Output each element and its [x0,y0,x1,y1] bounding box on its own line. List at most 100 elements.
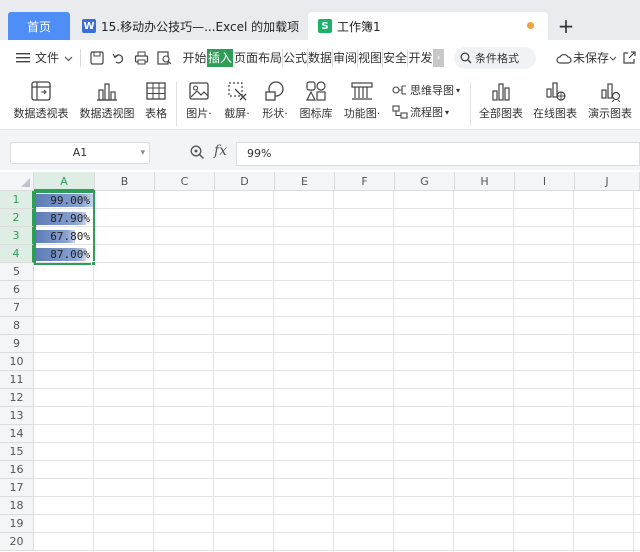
fill-handle[interactable] [91,261,96,266]
table-button[interactable]: 表格 [142,80,170,121]
tab-developer[interactable]: 开发 [408,49,433,67]
icon-library-icon [306,81,326,101]
row-header[interactable]: 16 [0,461,34,479]
function-chart-icon [351,82,373,100]
row-header[interactable]: 13 [0,407,34,425]
selection-range [34,191,95,265]
tab-document-label: 15.移动办公技巧—...Excel 的加载项 [101,19,300,34]
pivot-chart-button[interactable]: 数据透视图 [76,80,138,121]
tab-document[interactable]: W 15.移动办公技巧—...Excel 的加载项 [74,12,304,40]
row-header[interactable]: 8 [0,317,34,335]
file-menu[interactable]: 文件 [35,49,59,67]
row-header[interactable]: 12 [0,389,34,407]
zoom-icon[interactable] [190,145,205,160]
pivot-table-icon [31,81,51,101]
spreadsheet-grid[interactable]: A B C D E F G H I J 1 2 3 4 5 6 7 8 9 10… [0,172,640,552]
column-header-c[interactable]: C [155,172,215,191]
row-header[interactable]: 9 [0,335,34,353]
shape-icon [265,81,284,101]
picture-icon [189,82,209,100]
icon-library-button[interactable]: 图标库 [298,80,334,121]
tab-insert[interactable]: 插入 [207,49,233,67]
tab-data[interactable]: 数据 [308,49,332,67]
unsaved-status[interactable]: 未保存 [573,49,609,67]
all-charts-button[interactable]: 全部图表 [476,80,526,121]
tab-start[interactable]: 开始 [182,49,207,67]
chevron-down-icon[interactable] [64,56,73,62]
row-header[interactable]: 19 [0,515,34,533]
tab-workbook-label: 工作簿1 [337,19,381,34]
tab-formula[interactable]: 公式 [283,49,307,67]
share-icon[interactable] [622,51,636,65]
row-header[interactable]: 7 [0,299,34,317]
row-header[interactable]: 20 [0,533,34,551]
chevron-down-icon[interactable]: ▾ [140,143,145,163]
save-icon[interactable] [90,51,104,65]
row-header[interactable]: 15 [0,443,34,461]
column-header-g[interactable]: G [395,172,455,191]
print-icon[interactable] [134,51,149,65]
column-header-j[interactable]: J [575,172,640,191]
tab-workbook[interactable]: S 工作簿1 [308,12,548,40]
undo-icon[interactable] [112,51,126,65]
mind-map-icon [392,85,406,95]
search-icon [460,52,472,64]
pivot-chart-icon [97,83,117,101]
row-header[interactable]: 3 [0,227,34,245]
cloud-icon[interactable] [556,52,572,64]
word-file-icon: W [82,19,96,33]
flow-chart-icon [392,105,408,119]
select-all-corner[interactable] [0,172,34,191]
more-tabs-chevron-icon[interactable]: › [433,49,444,67]
pivot-table-button[interactable]: 数据透视表 [10,80,72,121]
formula-input[interactable]: 99% [236,142,640,166]
row-header[interactable]: 6 [0,281,34,299]
row-header[interactable]: 4 [0,245,34,263]
tab-review[interactable]: 审阅 [333,49,357,67]
tab-page-layout[interactable]: 页面布局 [234,49,282,67]
tab-view[interactable]: 视图 [358,49,382,67]
picture-button[interactable]: 图片· [182,80,216,121]
tab-home[interactable]: 首页 [8,12,70,40]
fx-icon[interactable]: fx [214,143,227,159]
column-header-a[interactable]: A [34,172,95,191]
tab-security[interactable]: 安全 [383,49,407,67]
flow-chart-button[interactable]: 流程图 ▾ [392,104,449,120]
shape-button[interactable]: 形状· [258,80,292,121]
row-header[interactable]: 2 [0,209,34,227]
column-header-i[interactable]: I [515,172,575,191]
hamburger-icon[interactable] [16,52,30,64]
print-preview-icon[interactable] [157,51,172,65]
menu-row: 文件 开始 插入 页面布局 公式 数据 审阅 视图 安全 开发 › 未保存 [0,40,640,74]
screenshot-icon [228,82,247,101]
new-tab-plus-icon[interactable]: + [556,14,576,38]
chevron-down-icon[interactable] [609,56,617,62]
row-header[interactable]: 10 [0,353,34,371]
command-search[interactable]: 条件格式 [454,47,536,69]
mind-map-button[interactable]: 思维导图 ▾ [392,82,460,98]
column-header-f[interactable]: F [335,172,395,191]
online-chart-icon [546,82,566,101]
demo-chart-icon [601,83,621,102]
bar-chart-icon [492,83,510,101]
column-header-h[interactable]: H [455,172,515,191]
row-header[interactable]: 11 [0,371,34,389]
row-header[interactable]: 17 [0,479,34,497]
insert-ribbon: 数据透视表 数据透视图 表格 图片· 截屏· 形状· 图标库 功能图· 思维导图… [0,74,640,130]
row-header[interactable]: 14 [0,425,34,443]
table-icon [146,82,166,100]
name-box[interactable]: A1 ▾ [10,142,150,164]
online-charts-button[interactable]: 在线图表 [530,80,580,121]
row-header[interactable]: 5 [0,263,34,281]
function-chart-button[interactable]: 功能图· [340,80,384,121]
cell-area[interactable] [34,191,640,552]
window-tab-bar: 首页 W 15.移动办公技巧—...Excel 的加载项 S 工作簿1 + [0,0,640,40]
row-header[interactable]: 18 [0,497,34,515]
screenshot-button[interactable]: 截屏· [220,80,254,121]
column-header-e[interactable]: E [275,172,335,191]
column-header-d[interactable]: D [215,172,275,191]
demo-charts-button[interactable]: 演示图表 [584,80,636,121]
command-search-text: 条件格式 [475,52,519,65]
column-header-b[interactable]: B [95,172,155,191]
row-header[interactable]: 1 [0,191,34,209]
